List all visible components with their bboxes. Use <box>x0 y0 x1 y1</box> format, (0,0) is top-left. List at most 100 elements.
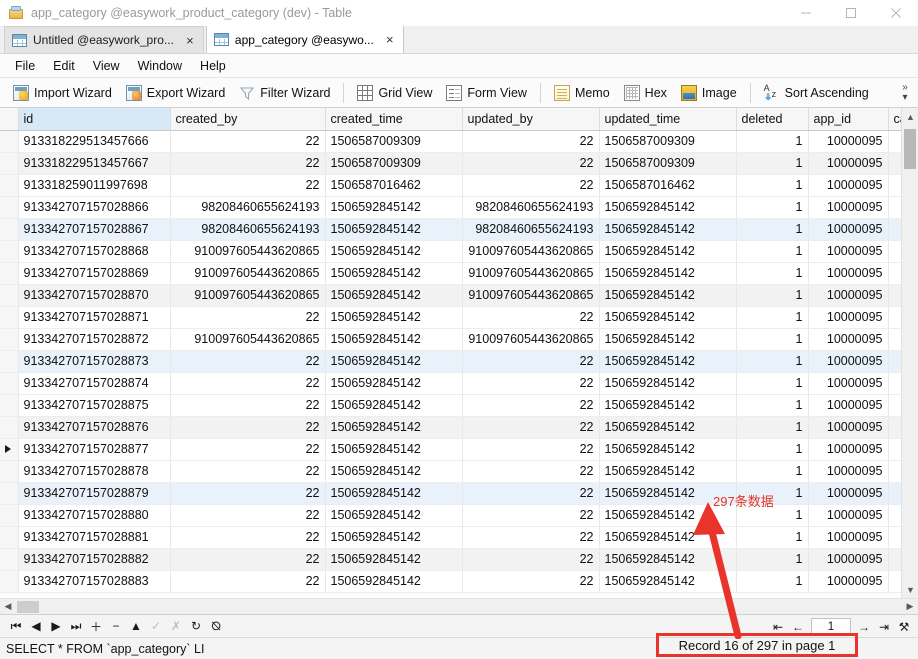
cell-id[interactable]: 913342707157028883 <box>18 570 171 593</box>
cell-updated_by[interactable]: 98208460655624193 <box>462 218 600 241</box>
cell-created_by[interactable]: 98208460655624193 <box>170 218 326 241</box>
cell-deleted[interactable]: 1 <box>736 306 809 329</box>
cell-updated_time[interactable]: 1506592845142 <box>599 570 737 593</box>
tab-close-icon[interactable]: × <box>383 33 397 47</box>
cell-updated_by[interactable]: 22 <box>462 416 600 439</box>
cell-updated_by[interactable]: 22 <box>462 174 600 197</box>
table-row[interactable]: 913342707157028877 22 1506592845142 22 15065… <box>0 438 917 461</box>
cell-created_by[interactable]: 22 <box>170 350 326 373</box>
menu-edit[interactable]: Edit <box>44 57 84 75</box>
table-row[interactable]: 913342707157028868 910097605443620865 1506… <box>0 240 917 263</box>
cell-created_time[interactable]: 1506592845142 <box>325 548 463 571</box>
cell-created_by[interactable]: 910097605443620865 <box>170 262 326 285</box>
cell-created_by[interactable]: 22 <box>170 394 326 417</box>
cell-app_id[interactable]: 10000095 <box>808 218 889 241</box>
cell-created_time[interactable]: 1506592845142 <box>325 328 463 351</box>
cell-updated_time[interactable]: 1506592845142 <box>599 548 737 571</box>
cell-updated_by[interactable]: 22 <box>462 548 600 571</box>
cell-app_id[interactable]: 10000095 <box>808 262 889 285</box>
table-row[interactable]: 913342707157028882 22 1506592845142 22 15065… <box>0 548 917 571</box>
cell-deleted[interactable]: 1 <box>736 394 809 417</box>
menu-file[interactable]: File <box>6 57 44 75</box>
cell-updated_by[interactable]: 22 <box>462 152 600 175</box>
column-header-id[interactable]: id <box>18 108 171 131</box>
cell-id[interactable]: 913342707157028880 <box>18 504 171 527</box>
cell-id[interactable]: 913318229513457667 <box>18 152 171 175</box>
table-row[interactable]: 913342707157028881 22 1506592845142 22 15065… <box>0 526 917 549</box>
cell-updated_by[interactable]: 22 <box>462 130 600 153</box>
cell-updated_time[interactable]: 1506587009309 <box>599 152 737 175</box>
cell-id[interactable]: 913318229513457666 <box>18 130 171 153</box>
row-gutter[interactable] <box>0 482 19 505</box>
cell-created_time[interactable]: 1506592845142 <box>325 284 463 307</box>
cell-updated_by[interactable]: 22 <box>462 570 600 593</box>
cell-updated_time[interactable]: 1506592845142 <box>599 218 737 241</box>
cell-id[interactable]: 913318259011997698 <box>18 174 171 197</box>
close-icon[interactable] <box>873 0 918 26</box>
cell-updated_time[interactable]: 1506592845142 <box>599 240 737 263</box>
confirm-edit-button[interactable]: ✓ <box>146 616 166 636</box>
row-gutter[interactable] <box>0 284 19 307</box>
cell-created_time[interactable]: 1506592845142 <box>325 460 463 483</box>
cell-created_time[interactable]: 1506592845142 <box>325 438 463 461</box>
cell-app_id[interactable]: 10000095 <box>808 284 889 307</box>
cell-updated_by[interactable]: 910097605443620865 <box>462 284 600 307</box>
cell-deleted[interactable]: 1 <box>736 196 809 219</box>
row-gutter[interactable] <box>0 328 19 351</box>
cell-created_by[interactable]: 22 <box>170 174 326 197</box>
import-wizard-button[interactable]: Import Wizard <box>6 81 119 105</box>
row-gutter[interactable] <box>0 394 19 417</box>
stop-button[interactable]: ⦰ <box>206 616 226 636</box>
column-header-app-id[interactable]: app_id <box>808 108 889 131</box>
cell-created_by[interactable]: 22 <box>170 482 326 505</box>
cell-app_id[interactable]: 10000095 <box>808 306 889 329</box>
cell-created_time[interactable]: 1506592845142 <box>325 262 463 285</box>
table-row[interactable]: 913318259011997698 22 1506587016462 22 15065… <box>0 174 917 197</box>
cell-deleted[interactable]: 1 <box>736 438 809 461</box>
cell-updated_by[interactable]: 22 <box>462 394 600 417</box>
table-row[interactable]: 913342707157028879 22 1506592845142 22 15065… <box>0 482 917 505</box>
cell-updated_time[interactable]: 1506592845142 <box>599 306 737 329</box>
cell-updated_by[interactable]: 22 <box>462 482 600 505</box>
cell-updated_time[interactable]: 1506592845142 <box>599 416 737 439</box>
cell-updated_time[interactable]: 1506592845142 <box>599 350 737 373</box>
cell-updated_by[interactable]: 22 <box>462 460 600 483</box>
cell-created_by[interactable]: 910097605443620865 <box>170 240 326 263</box>
cell-app_id[interactable]: 10000095 <box>808 350 889 373</box>
cell-id[interactable]: 913342707157028866 <box>18 196 171 219</box>
cell-deleted[interactable]: 1 <box>736 526 809 549</box>
table-row[interactable]: 913342707157028872 910097605443620865 1506… <box>0 328 917 351</box>
scroll-left-icon[interactable]: ◀ <box>0 599 16 615</box>
cell-app_id[interactable]: 10000095 <box>808 196 889 219</box>
cell-updated_by[interactable]: 22 <box>462 372 600 395</box>
row-gutter[interactable] <box>0 372 19 395</box>
column-header-deleted[interactable]: deleted <box>736 108 809 131</box>
cell-deleted[interactable]: 1 <box>736 240 809 263</box>
cell-created_time[interactable]: 1506592845142 <box>325 526 463 549</box>
delete-record-button[interactable]: − <box>106 616 126 636</box>
table-row[interactable]: 913342707157028876 22 1506592845142 22 15065… <box>0 416 917 439</box>
cell-created_by[interactable]: 22 <box>170 130 326 153</box>
form-view-button[interactable]: Form View <box>439 81 534 105</box>
minimize-icon[interactable] <box>783 0 828 26</box>
row-gutter[interactable] <box>0 130 19 153</box>
horizontal-scroll-thumb[interactable] <box>17 601 39 613</box>
cell-created_by[interactable]: 22 <box>170 416 326 439</box>
table-row[interactable]: 913342707157028871 22 1506592845142 22 15065… <box>0 306 917 329</box>
vertical-scrollbar[interactable]: ▲ ▼ <box>901 108 918 598</box>
cell-created_by[interactable]: 22 <box>170 570 326 593</box>
cell-created_time[interactable]: 1506592845142 <box>325 372 463 395</box>
row-gutter[interactable] <box>0 504 19 527</box>
cell-app_id[interactable]: 10000095 <box>808 526 889 549</box>
cell-updated_time[interactable]: 1506592845142 <box>599 196 737 219</box>
table-row[interactable]: 913342707157028874 22 1506592845142 22 15065… <box>0 372 917 395</box>
cell-app_id[interactable]: 10000095 <box>808 438 889 461</box>
cell-app_id[interactable]: 10000095 <box>808 152 889 175</box>
add-record-button[interactable]: ＋ <box>86 616 106 636</box>
cell-updated_by[interactable]: 22 <box>462 504 600 527</box>
cell-app_id[interactable]: 10000095 <box>808 504 889 527</box>
cell-id[interactable]: 913342707157028875 <box>18 394 171 417</box>
cell-id[interactable]: 913342707157028872 <box>18 328 171 351</box>
cell-id[interactable]: 913342707157028874 <box>18 372 171 395</box>
row-gutter[interactable] <box>0 548 19 571</box>
